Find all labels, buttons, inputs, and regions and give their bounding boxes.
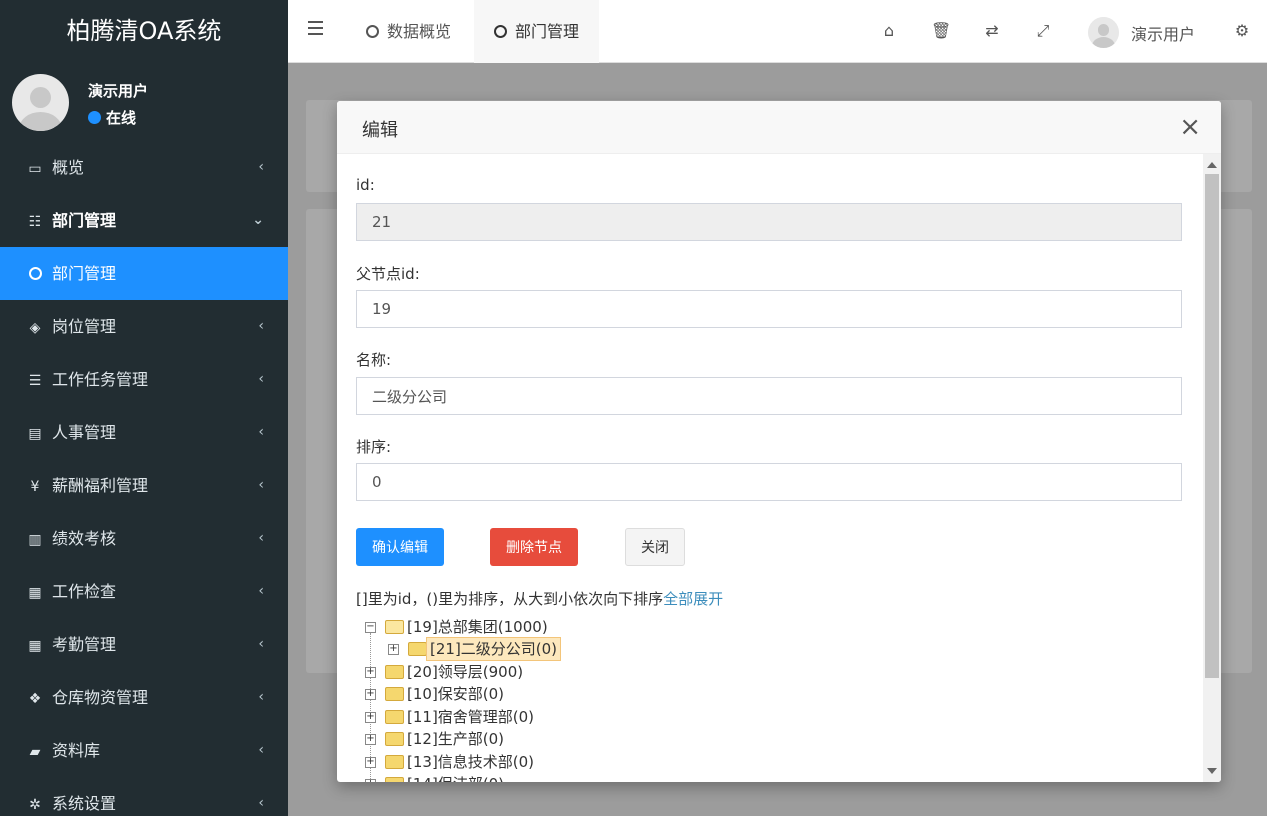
folder-open-icon <box>385 620 404 634</box>
home-icon[interactable]: ⌂ <box>879 20 899 42</box>
chevron-left-icon: ‹ <box>258 795 264 811</box>
chevron-left-icon: ‹ <box>258 371 264 387</box>
sort-label: 排序: <box>356 438 392 456</box>
chevron-left-icon: ‹ <box>258 689 264 705</box>
fullscreen-icon[interactable]: ⤢ <box>1033 20 1053 42</box>
sidebar-item-settings[interactable]: ✲ 系统设置 ‹ <box>0 777 288 816</box>
confirm-edit-button[interactable]: 确认编辑 <box>356 528 444 566</box>
user-name: 演示用户 <box>88 82 149 100</box>
tree-hint: []里为id，()里为排序，从大到小依次向下排序全部展开 <box>356 590 724 608</box>
top-bar: 数据概览 部门管理 ⌂ 🗑 ⇄ ⤢ 演示用户 ⚙ <box>288 0 1267 63</box>
scroll-up-icon[interactable] <box>1207 162 1217 168</box>
sidebar-menu: ▭ 概览 ‹ ☷ 部门管理 ⌄ 部门管理 ◈ 岗位管理 ‹ ☰ 工作任务管理 ‹ ▤ 人事管理 ‹ … <box>0 141 288 816</box>
edit-modal: 编辑 × id: 父节点id: 名称: 排序: 确认编辑 删除节点 关闭 []里… <box>337 101 1221 782</box>
codepen-icon: ◈ <box>29 320 41 336</box>
expand-icon[interactable]: + <box>365 779 376 782</box>
monitor-icon: ▭ <box>28 161 42 177</box>
expand-icon[interactable]: + <box>365 734 376 745</box>
folder-icon <box>408 642 427 656</box>
circle-icon <box>494 25 507 38</box>
sidebar-item-position[interactable]: ◈ 岗位管理 ‹ <box>0 300 288 353</box>
sidebar-item-warehouse[interactable]: ❖ 仓库物资管理 ‹ <box>0 671 288 724</box>
parent-id-label: 父节点id: <box>356 265 420 283</box>
name-field[interactable] <box>356 377 1182 415</box>
sidebar-subitem-department[interactable]: 部门管理 <box>0 247 288 300</box>
cubes-icon: ❖ <box>28 691 42 707</box>
top-user-name: 演示用户 <box>1131 25 1196 44</box>
id-field[interactable] <box>356 203 1182 241</box>
expand-icon[interactable]: + <box>365 689 376 700</box>
expand-icon[interactable]: + <box>365 667 376 678</box>
delete-node-button[interactable]: 删除节点 <box>490 528 578 566</box>
modal-scrollbar[interactable] <box>1203 154 1221 782</box>
name-label: 名称: <box>356 351 392 369</box>
id-card-icon: ▤ <box>28 426 42 442</box>
sidebar-item-attendance[interactable]: ▦ 考勤管理 ‹ <box>0 618 288 671</box>
folder-icon <box>385 710 404 724</box>
chevron-left-icon: ‹ <box>258 636 264 652</box>
trash-icon[interactable]: 🗑 <box>931 20 951 42</box>
circle-icon <box>366 25 379 38</box>
avatar <box>1088 17 1119 48</box>
parent-id-field[interactable] <box>356 290 1182 328</box>
scroll-thumb[interactable] <box>1205 174 1219 678</box>
sidebar-item-tasks[interactable]: ☰ 工作任务管理 ‹ <box>0 353 288 406</box>
chevron-left-icon: ‹ <box>258 318 264 334</box>
sidebar: 柏腾清OA系统 演示用户 在线 ▭ 概览 ‹ ☷ 部门管理 ⌄ 部门管理 ◈ 岗位管理 ‹ … <box>0 0 288 816</box>
user-status: 在线 <box>88 107 136 128</box>
folder-icon <box>385 732 404 746</box>
chevron-left-icon: ‹ <box>258 477 264 493</box>
sidebar-item-inspection[interactable]: ▦ 工作检查 ‹ <box>0 565 288 618</box>
sitemap-icon: ☷ <box>28 214 42 230</box>
expand-icon[interactable]: + <box>388 644 399 655</box>
modal-body: id: 父节点id: 名称: 排序: 确认编辑 删除节点 关闭 []里为id，(… <box>337 154 1203 782</box>
menu-toggle-icon[interactable] <box>308 21 323 41</box>
sidebar-item-overview[interactable]: ▭ 概览 ‹ <box>0 141 288 194</box>
expand-icon[interactable]: + <box>365 757 376 768</box>
user-panel: 演示用户 在线 <box>0 63 288 141</box>
calculator-icon: ▦ <box>28 585 42 601</box>
online-dot-icon <box>88 111 101 124</box>
chevron-left-icon: ‹ <box>258 583 264 599</box>
chevron-down-icon: ⌄ <box>252 212 264 228</box>
list-icon: ☰ <box>28 373 42 389</box>
chevron-left-icon: ‹ <box>258 424 264 440</box>
yen-icon: ¥ <box>30 479 40 495</box>
chevron-left-icon: ‹ <box>258 530 264 546</box>
sidebar-item-library[interactable]: ▰ 资料库 ‹ <box>0 724 288 777</box>
sidebar-item-department[interactable]: ☷ 部门管理 ⌄ <box>0 194 288 247</box>
book-icon: ▰ <box>29 744 41 760</box>
close-icon[interactable]: × <box>1179 113 1201 141</box>
modal-header: 编辑 × <box>337 101 1221 154</box>
modal-title: 编辑 <box>362 120 398 141</box>
gears-icon[interactable]: ⚙ <box>1232 20 1252 42</box>
chevron-left-icon: ‹ <box>258 159 264 175</box>
bar-chart-icon: ▥ <box>28 532 42 548</box>
sort-field[interactable] <box>356 463 1182 501</box>
close-button[interactable]: 关闭 <box>625 528 685 566</box>
folder-icon <box>385 755 404 769</box>
tab-department[interactable]: 部门管理 <box>474 0 600 63</box>
chevron-left-icon: ‹ <box>258 742 264 758</box>
sidebar-item-hr[interactable]: ▤ 人事管理 ‹ <box>0 406 288 459</box>
calendar-icon: ▦ <box>28 638 42 654</box>
collapse-icon[interactable]: − <box>365 622 376 633</box>
expand-icon[interactable]: + <box>365 712 376 723</box>
translate-icon[interactable]: ⇄ <box>982 20 1002 42</box>
folder-icon <box>385 777 404 782</box>
tab-data-overview[interactable]: 数据概览 <box>346 0 471 63</box>
expand-all-link[interactable]: 全部展开 <box>663 590 723 608</box>
sidebar-item-performance[interactable]: ▥ 绩效考核 ‹ <box>0 512 288 565</box>
circle-icon <box>25 249 45 302</box>
folder-icon <box>385 687 404 701</box>
id-label: id: <box>356 176 375 194</box>
scroll-down-icon[interactable] <box>1207 768 1217 774</box>
avatar <box>12 74 69 131</box>
folder-icon <box>385 665 404 679</box>
sidebar-item-salary[interactable]: ¥ 薪酬福利管理 ‹ <box>0 459 288 512</box>
app-brand[interactable]: 柏腾清OA系统 <box>0 0 288 63</box>
gear-icon: ✲ <box>29 797 41 813</box>
